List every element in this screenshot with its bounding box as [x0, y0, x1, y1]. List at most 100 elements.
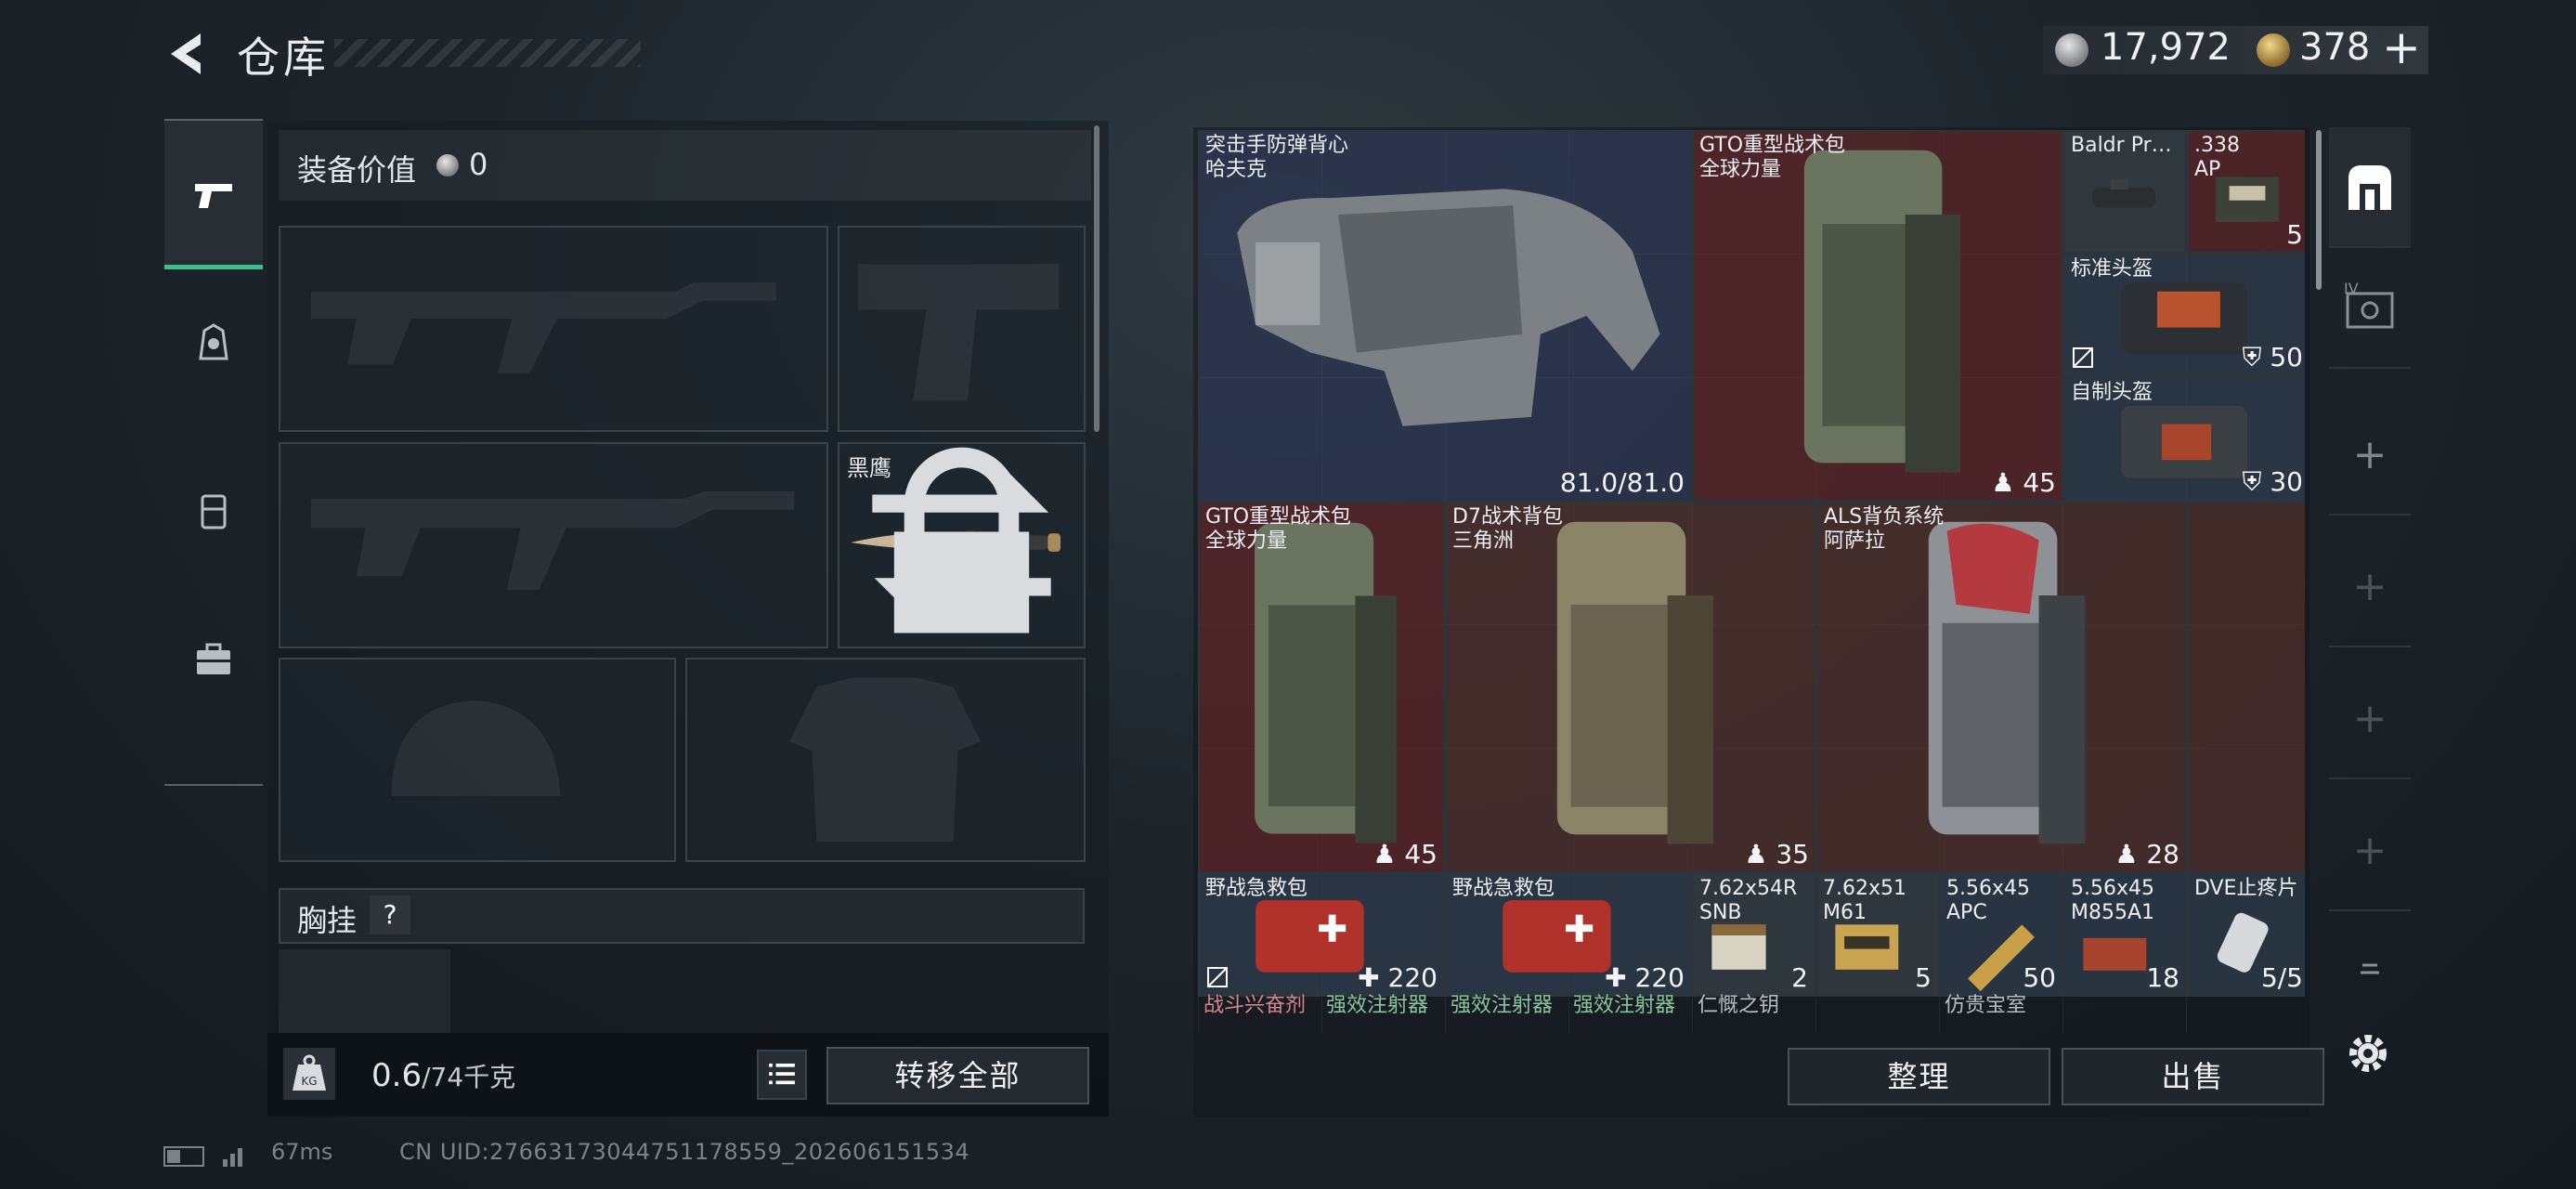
shield-icon: ⛨ [2242, 342, 2262, 372]
item-count: 5 [2286, 219, 2303, 250]
body-armor-icon [1237, 189, 1660, 426]
pistol-silhouette-icon [858, 264, 1060, 401]
item-name: GTO重型战术包 全球力量 [1205, 505, 1352, 553]
partial-item-label: 强效注射器 [1326, 994, 1429, 1017]
item-name: .338 AP [2194, 134, 2240, 181]
primary-weapon-slot[interactable] [279, 226, 828, 432]
item-name: 7.62x54R SNB [1699, 877, 1798, 924]
item-uses: 5/5 [2260, 962, 2303, 993]
capacity-icon: ♟ [1991, 467, 2015, 498]
tab-weapons[interactable] [164, 121, 263, 269]
sell-button[interactable]: 出售 [2062, 1048, 2324, 1105]
body-armor-slot[interactable] [685, 658, 1086, 862]
stash-grid: 突击手防弹背心 哈夫克 81.0/81.0 GTO重型战术包 全球力量 ♟ 45… [1198, 130, 2305, 1033]
item-name: ALS背负系统 阿萨拉 [1824, 505, 1945, 553]
stash-item-helmet[interactable]: 自制头盔 ⛨ 30 [2063, 377, 2305, 502]
stash-item-scope[interactable]: Baldr Pr… [2063, 130, 2187, 254]
partial-item-label: 强效注射器 [1451, 994, 1554, 1017]
pistol-slot[interactable] [838, 226, 1086, 432]
back-arrow-icon[interactable] [160, 26, 215, 82]
item-count: 18 [2146, 962, 2179, 993]
backpack-icon [201, 494, 227, 529]
item-heal-value: 220 [1634, 962, 1685, 993]
armor-silhouette-icon [788, 677, 982, 843]
item-heal: ✚ 220 [1358, 962, 1438, 993]
signal-icon [223, 1148, 242, 1167]
item-count: 2 [1791, 962, 1808, 993]
carry-weight-separator: / [422, 1062, 431, 1092]
item-name: GTO重型战术包 全球力量 [1699, 134, 1846, 181]
stash-item-backpack[interactable]: D7战术背包 三角洲 ♟ 35 [1445, 502, 1816, 873]
tab-armor[interactable] [164, 269, 263, 418]
partial-item-label: 强效注射器 [1573, 994, 1676, 1017]
heal-plus-icon: ✚ [1358, 962, 1380, 993]
add-stash-tab-button[interactable]: + [2329, 790, 2411, 911]
stash-tab-collapse[interactable] [2329, 922, 2411, 1015]
tab-stash-iv[interactable]: IV [2329, 248, 2411, 369]
stash-item-ammo[interactable]: 7.62x51 M61 5 [1815, 873, 1939, 997]
stash-scrollbar[interactable] [2316, 130, 2322, 290]
silver-currency-value: 17,972 [2101, 26, 2231, 69]
item-durability: 81.0/81.0 [1559, 467, 1685, 498]
add-currency-button[interactable]: + [2382, 20, 2421, 74]
add-stash-tab-button[interactable]: + [2329, 395, 2411, 516]
capacity-icon: ♟ [1373, 839, 1397, 869]
item-name: 野战急救包 [1452, 877, 1555, 900]
chest-rig-help-button[interactable]: ? [370, 895, 410, 934]
shield-icon: ⛨ [2242, 466, 2262, 497]
item-heal-value: 220 [1387, 962, 1438, 993]
item-capacity: ♟ 45 [1373, 839, 1438, 869]
backpack-icon [1255, 522, 1397, 843]
item-capacity: ♟ 45 [1991, 467, 2056, 498]
list-view-button[interactable] [757, 1050, 807, 1100]
lock-icon [893, 447, 1030, 634]
chest-rig-slot[interactable] [279, 949, 450, 1033]
rifle-silhouette-icon [310, 281, 776, 374]
silver-coin-icon [2055, 33, 2088, 67]
item-name: 自制头盔 [2071, 381, 2153, 404]
sort-button[interactable]: 整理 [1788, 1048, 2050, 1105]
item-count: 5 [1915, 962, 1932, 993]
carry-weight-current: 0.6 [371, 1057, 423, 1094]
item-name: 野战急救包 [1205, 877, 1308, 900]
settings-gear-icon[interactable] [2342, 1027, 2394, 1079]
item-capacity: ♟ 28 [2114, 839, 2179, 869]
battery-icon [163, 1146, 204, 1167]
item-armor-value: 50 [2270, 342, 2303, 372]
stash-item-ammo[interactable]: 5.56x45 M855A1 18 [2063, 873, 2187, 997]
item-name: 7.62x51 M61 [1823, 877, 1906, 924]
title-decoration [334, 39, 641, 67]
helmet-slot[interactable] [279, 658, 676, 862]
loadout-scrollbar[interactable] [1094, 125, 1099, 432]
stash-item-medkit[interactable]: 野战急救包 ✚ 220 [1198, 873, 1445, 997]
stash-item-ammo-box[interactable]: .338 AP 5 [2187, 130, 2305, 254]
melee-slot[interactable]: 黑鹰 [838, 442, 1086, 648]
stash-home-icon [2348, 165, 2391, 210]
item-name: 标准头盔 [2071, 257, 2153, 281]
tab-kit[interactable] [164, 585, 263, 734]
item-name: Baldr Pr… [2071, 134, 2172, 157]
stash-item-backpack[interactable]: GTO重型战术包 全球力量 ♟ 45 [1692, 130, 2063, 502]
stash-item-backpack[interactable]: GTO重型战术包 全球力量 ♟ 45 [1198, 502, 1445, 873]
stash-item-helmet[interactable]: 标准头盔 ⛨ 50 [2063, 254, 2305, 377]
add-stash-tab-button[interactable]: + [2329, 659, 2411, 779]
item-capacity-value: 28 [2146, 839, 2179, 869]
equipment-value-label: 装备价值 [297, 152, 417, 188]
stash-item-backpack-continued[interactable] [2187, 502, 2305, 873]
stash-item-ammo[interactable]: 5.56x45 APC 50 [1939, 873, 2063, 997]
item-heal: ✚ 220 [1605, 962, 1685, 993]
stash-item-vest[interactable]: 突击手防弹背心 哈夫克 81.0/81.0 [1198, 130, 1692, 502]
add-stash-tab-button[interactable]: + [2329, 527, 2411, 647]
stash-item-painkiller[interactable]: DVE止疼片 5/5 [2187, 873, 2305, 997]
user-uid: CN UID:2766317304475117855‌9_20260615153… [399, 1139, 970, 1165]
secondary-weapon-slot[interactable] [279, 442, 828, 648]
transfer-all-button[interactable]: 转移全部 [826, 1047, 1089, 1104]
tab-backpack[interactable] [164, 437, 263, 585]
stash-item-backpack[interactable]: ALS背负系统 阿萨拉 ♟ 28 [1816, 502, 2187, 873]
carry-weight-max: 74千克 [430, 1062, 516, 1092]
stash-item-medkit[interactable]: 野战急救包 ✚ 220 [1445, 873, 1692, 997]
stash-item-ammo[interactable]: 7.62x54R SNB 2 [1692, 873, 1815, 997]
tab-stash-main[interactable] [2329, 127, 2411, 248]
item-armor: ⛨ 50 [2242, 342, 2303, 373]
item-name: 5.56x45 M855A1 [2071, 877, 2155, 924]
